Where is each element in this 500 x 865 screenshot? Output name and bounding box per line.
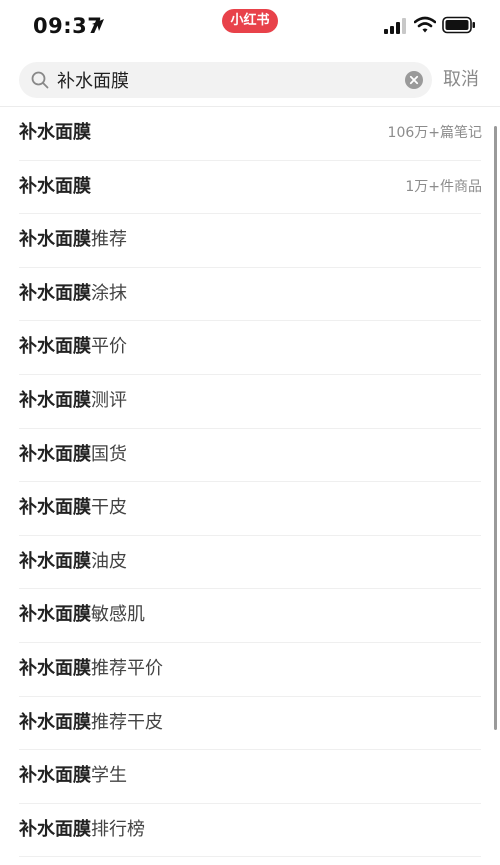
cellular-signal-icon — [384, 18, 406, 34]
suggestion-suffix: 推荐平价 — [91, 657, 163, 679]
suggestion-keyword: 补水面膜 — [19, 443, 91, 465]
battery-icon — [442, 16, 475, 34]
clear-icon[interactable] — [405, 71, 423, 89]
suggestion-keyword: 补水面膜 — [19, 175, 91, 197]
suggestion-item[interactable]: 补水面膜国货 — [19, 429, 481, 483]
suggestion-item[interactable]: 补水面膜干皮 — [19, 482, 481, 536]
search-icon — [31, 71, 49, 89]
suggestion-suffix: 测评 — [91, 389, 127, 411]
suggestion-suffix: 学生 — [91, 765, 127, 787]
suggestion-item[interactable]: 补水面膜涂抹 — [19, 268, 481, 322]
suggestion-keyword: 补水面膜 — [19, 282, 91, 304]
status-bar: 09:37 小红书 — [0, 0, 500, 52]
suggestion-item[interactable]: 补水面膜学生 — [19, 750, 481, 804]
suggestion-keyword: 补水面膜 — [19, 389, 91, 411]
suggestion-count: 1万+件商品 — [405, 178, 482, 195]
app-badge: 小红书 — [222, 9, 278, 33]
suggestion-item[interactable]: 补水面膜测评 — [19, 375, 481, 429]
location-arrow-icon — [92, 19, 104, 31]
suggestion-item[interactable]: 补水面膜 1万+件商品 — [19, 161, 482, 215]
suggestion-item[interactable]: 补水面膜推荐平价 — [19, 643, 481, 697]
scrollbar[interactable] — [494, 126, 497, 730]
suggestion-suffix: 敏感肌 — [91, 604, 145, 626]
search-box[interactable] — [19, 62, 432, 98]
suggestion-suffix: 推荐干皮 — [91, 711, 163, 733]
suggestion-keyword: 补水面膜 — [19, 122, 91, 143]
suggestion-list: 补水面膜 106万+篇笔记 补水面膜 1万+件商品 补水面膜推荐 补水面膜涂抹 … — [0, 107, 500, 858]
suggestion-keyword: 补水面膜 — [19, 497, 91, 519]
suggestion-keyword: 补水面膜 — [19, 711, 91, 733]
suggestion-keyword: 补水面膜 — [19, 336, 91, 358]
suggestion-suffix: 国货 — [91, 443, 127, 465]
suggestion-item[interactable]: 补水面膜油皮 — [19, 536, 481, 590]
suggestion-item[interactable]: 补水面膜排行榜 — [19, 804, 481, 858]
suggestion-keyword: 补水面膜 — [19, 657, 91, 679]
suggestion-item[interactable]: 补水面膜敏感肌 — [19, 589, 481, 643]
suggestion-item[interactable]: 补水面膜平价 — [19, 321, 481, 375]
suggestion-item[interactable]: 补水面膜推荐干皮 — [19, 697, 481, 751]
wifi-icon — [414, 16, 436, 33]
suggestion-count: 106万+篇笔记 — [387, 125, 482, 141]
suggestion-keyword: 补水面膜 — [19, 550, 91, 572]
suggestion-item[interactable]: 补水面膜 106万+篇笔记 — [19, 107, 482, 161]
suggestion-keyword: 补水面膜 — [19, 604, 91, 626]
search-input[interactable] — [57, 62, 397, 98]
search-bar: 取消 — [0, 56, 500, 106]
suggestion-keyword: 补水面膜 — [19, 229, 91, 251]
suggestion-keyword: 补水面膜 — [19, 765, 91, 787]
suggestion-suffix: 推荐 — [91, 229, 127, 251]
suggestion-suffix: 涂抹 — [91, 282, 127, 304]
suggestion-suffix: 排行榜 — [91, 818, 145, 840]
suggestion-suffix: 干皮 — [91, 497, 127, 519]
suggestion-keyword: 补水面膜 — [19, 818, 91, 840]
cancel-button[interactable]: 取消 — [443, 62, 479, 98]
suggestion-suffix: 油皮 — [91, 550, 127, 572]
suggestion-item[interactable]: 补水面膜推荐 — [19, 214, 481, 268]
suggestion-suffix: 平价 — [91, 336, 127, 358]
